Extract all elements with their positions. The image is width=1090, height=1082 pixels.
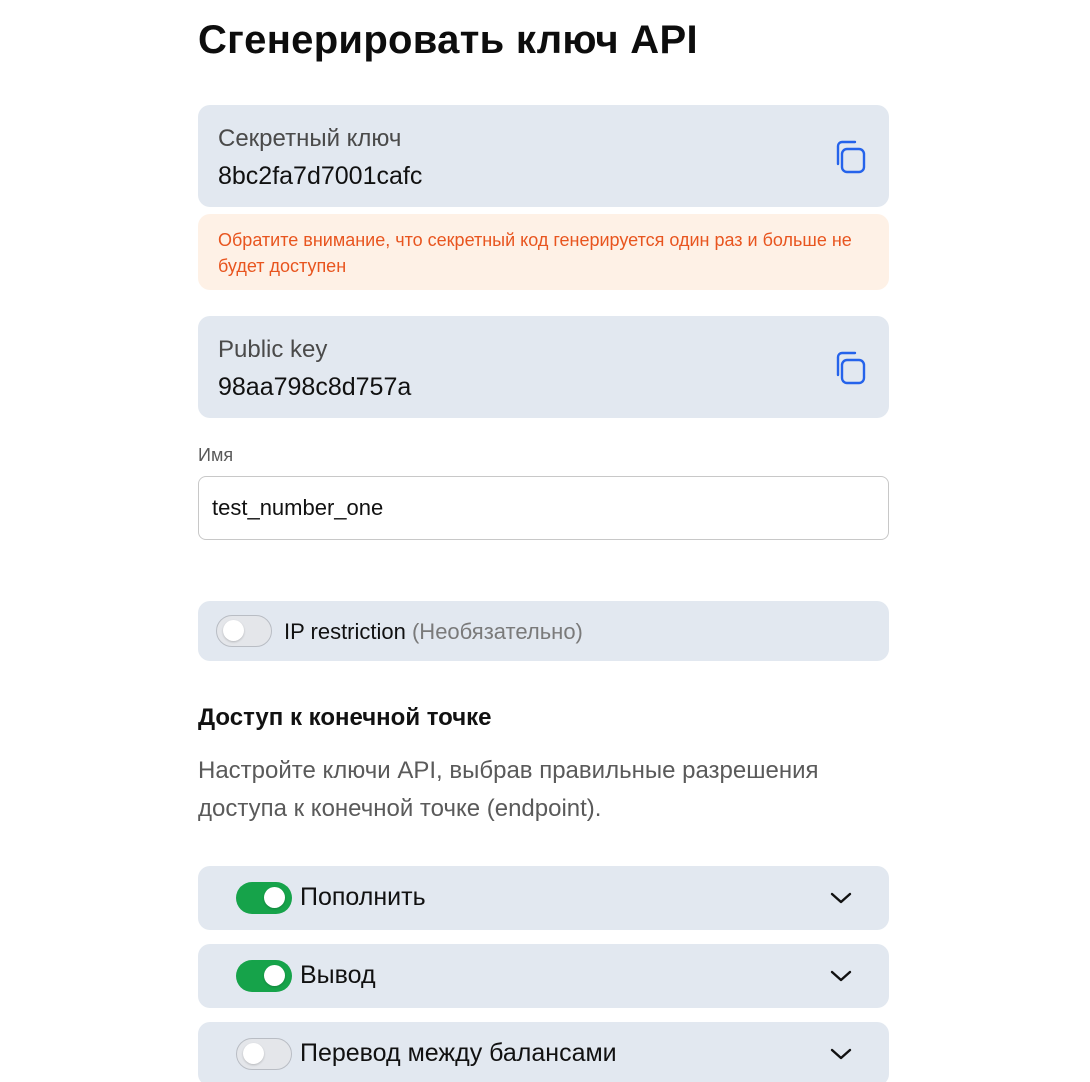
ip-restriction-toggle[interactable] <box>216 615 272 647</box>
copy-public-key-button[interactable] <box>833 350 867 386</box>
public-key-card: Public key 98aa798c8d757a <box>198 316 889 418</box>
ip-restriction-label: IP restriction (Необязательно) <box>284 619 583 645</box>
permission-toggle-deposit[interactable] <box>236 882 292 914</box>
permission-label: Вывод <box>300 961 376 989</box>
toggle-knob <box>264 887 285 908</box>
secret-key-card: Секретный ключ 8bc2fa7d7001cafc <box>198 105 889 207</box>
ip-restriction-optional: (Необязательно) <box>411 619 583 644</box>
public-key-label: Public key <box>218 336 328 363</box>
toggle-knob <box>223 620 244 641</box>
chevron-down-icon[interactable] <box>829 1044 853 1064</box>
toggle-knob <box>243 1043 264 1064</box>
page-title: Сгенерировать ключ API <box>198 18 698 62</box>
endpoint-access-description: Настройте ключи API, выбрав правильные р… <box>198 757 819 822</box>
chevron-down-icon[interactable] <box>829 888 853 908</box>
permission-row-deposit[interactable]: Пополнить <box>198 866 889 930</box>
api-key-page: Сгенерировать ключ API Секретный ключ 8b… <box>0 0 1090 1082</box>
endpoint-access-title: Доступ к конечной точке <box>198 704 492 731</box>
ip-restriction-row: IP restriction (Необязательно) <box>198 601 889 661</box>
secret-key-value: 8bc2fa7d7001cafc <box>218 162 423 190</box>
copy-icon <box>836 351 866 385</box>
name-input[interactable] <box>198 476 889 540</box>
permission-toggle-transfer[interactable] <box>236 1038 292 1070</box>
permission-row-withdraw[interactable]: Вывод <box>198 944 889 1008</box>
chevron-down-icon[interactable] <box>829 966 853 986</box>
ip-restriction-text: IP restriction <box>284 619 406 644</box>
secret-key-label: Секретный ключ <box>218 125 402 152</box>
permission-label: Пополнить <box>300 883 426 911</box>
permission-row-transfer[interactable]: Перевод между балансами <box>198 1022 889 1082</box>
permission-label: Перевод между балансами <box>300 1039 617 1067</box>
name-field-label: Имя <box>198 445 234 465</box>
toggle-knob <box>264 965 285 986</box>
permission-toggle-withdraw[interactable] <box>236 960 292 992</box>
copy-secret-key-button[interactable] <box>833 139 867 175</box>
public-key-value: 98aa798c8d757a <box>218 373 412 401</box>
copy-icon <box>836 140 866 174</box>
secret-key-notice: Обратите внимание, что секретный код ген… <box>198 214 889 290</box>
